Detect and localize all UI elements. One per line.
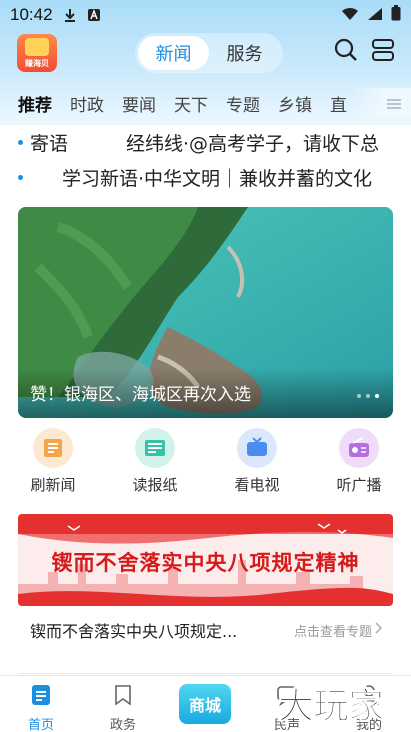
ticker-bullet <box>18 140 23 145</box>
channel-world[interactable]: 天下 <box>174 91 208 116</box>
logo-text: 赚海贝 <box>25 59 49 68</box>
section-divider <box>18 673 393 674</box>
quick-link-label: 看电视 <box>234 476 280 494</box>
carousel-dot <box>366 394 370 398</box>
quick-links: 刷新闻 读报纸 看电视 听广播 <box>0 428 411 498</box>
quick-link-label: 刷新闻 <box>30 476 76 494</box>
promo-headline: 锲而不舍落实中央八项规定精神 <box>51 551 360 575</box>
tab-news[interactable]: 新闻 <box>138 36 209 70</box>
tab-label: 首页 <box>27 718 54 732</box>
channel-tabs: 推荐 时政 要闻 天下 专题 乡镇 直 <box>0 88 411 118</box>
promo-info-row[interactable]: 锲而不舍落实中央八项规定... 点击查看专题 <box>18 612 393 648</box>
quick-link-newspaper[interactable]: 读报纸 <box>106 428 204 498</box>
bookmark-icon <box>112 684 134 710</box>
top-actions <box>334 38 395 66</box>
channels-fade <box>351 88 411 118</box>
carousel-indicator <box>357 394 379 398</box>
tv-icon <box>237 428 277 468</box>
quick-link-news[interactable]: 刷新闻 <box>4 428 102 498</box>
channel-topics[interactable]: 专题 <box>226 91 260 116</box>
menu-icon[interactable] <box>371 38 395 66</box>
channel-recommend[interactable]: 推荐 <box>18 91 52 116</box>
carousel-dot-active <box>375 394 379 398</box>
promo-title: 锲而不舍落实中央八项规定... <box>30 622 238 641</box>
banner-carousel[interactable]: 赞！银海区、海城区再次入选 <box>18 207 393 418</box>
news-icon <box>33 428 73 468</box>
channel-towns[interactable]: 乡镇 <box>278 91 312 116</box>
signal-icon <box>367 6 383 25</box>
mall-button[interactable]: 商城 <box>179 684 231 724</box>
ticker-text: 经纬线·@高考学子，请收下总 <box>126 132 380 155</box>
quick-link-radio[interactable]: 听广播 <box>310 428 408 498</box>
battery-icon <box>391 5 401 25</box>
tab-government[interactable]: 政务 <box>82 676 164 732</box>
app-logo[interactable]: 赚海贝 <box>17 34 57 72</box>
status-time: 10:42 <box>10 5 53 24</box>
watermark: 大玩家 <box>277 686 384 728</box>
tab-mall[interactable]: 商城 <box>164 676 246 732</box>
ticker-text: 寄语 <box>30 132 69 155</box>
quick-link-label: 听广播 <box>336 476 382 494</box>
ticker-row[interactable]: 学习新语·中华文明｜兼收并蓄的文化 <box>0 160 411 194</box>
quick-link-tv[interactable]: 看电视 <box>208 428 306 498</box>
tab-service[interactable]: 服务 <box>209 36 280 70</box>
logo-graphic <box>25 38 49 56</box>
newspaper-icon <box>135 428 175 468</box>
ticker-text: 学习新语·中华文明｜兼收并蓄的文化 <box>62 167 373 190</box>
ticker-row[interactable]: 寄语 经纬线·@高考学子，请收下总 <box>0 125 411 159</box>
tab-label: 政务 <box>109 718 136 732</box>
promo-banner[interactable]: 锲而不舍落实中央八项规定精神 <box>18 514 393 606</box>
carousel-dot <box>357 394 361 398</box>
chevron-right-icon <box>375 622 383 638</box>
status-bar: 10:42 <box>0 0 411 30</box>
channel-live[interactable]: 直 <box>330 91 347 116</box>
home-icon <box>30 684 52 710</box>
view-topic-link[interactable]: 点击查看专题 <box>294 621 393 640</box>
radio-icon <box>339 428 379 468</box>
top-segment-tabs: 新闻 服务 <box>135 33 283 73</box>
channel-more-icon[interactable] <box>387 96 401 115</box>
app-notification-icon <box>87 8 101 22</box>
wifi-icon <box>341 6 359 25</box>
quick-link-label: 读报纸 <box>132 476 178 494</box>
ticker-bullet <box>18 175 23 180</box>
banner-caption: 赞！银海区、海城区再次入选 <box>30 385 251 405</box>
search-icon[interactable] <box>334 38 358 66</box>
tab-home[interactable]: 首页 <box>0 676 82 732</box>
channel-headlines[interactable]: 要闻 <box>122 91 156 116</box>
view-topic-label: 点击查看专题 <box>293 624 372 640</box>
channel-politics[interactable]: 时政 <box>70 91 104 116</box>
download-icon <box>63 8 77 22</box>
